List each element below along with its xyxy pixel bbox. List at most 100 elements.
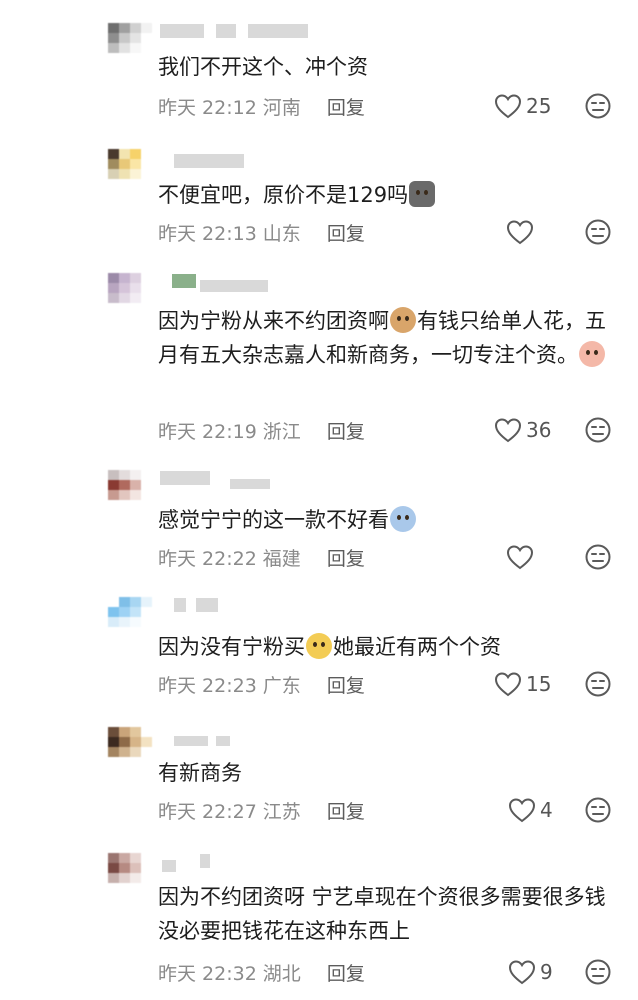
neutral-face-icon[interactable] bbox=[584, 670, 612, 698]
avatar-pixel bbox=[119, 617, 130, 627]
avatar[interactable] bbox=[108, 848, 152, 888]
avatar[interactable] bbox=[108, 722, 152, 762]
like-button[interactable]: 25 bbox=[494, 92, 551, 120]
avatar-pixel bbox=[141, 607, 152, 617]
avatar[interactable] bbox=[108, 465, 152, 505]
neutral-face-icon[interactable] bbox=[584, 416, 612, 444]
like-button[interactable]: 4 bbox=[508, 796, 553, 824]
comment-text-part: 因为不约团资呀 宁艺卓现在个资很多需要很多钱 没必要把钱花在这种东西上 bbox=[158, 885, 606, 943]
avatar-pixel bbox=[130, 273, 141, 283]
avatar-pixel bbox=[108, 747, 119, 757]
like-button[interactable]: 15 bbox=[494, 670, 551, 698]
comment-time: 昨天 22:12 bbox=[158, 96, 257, 119]
comment-meta: 昨天 22:23 广东 回复 bbox=[158, 670, 365, 698]
avatar-pixel bbox=[108, 863, 119, 873]
comment-region: 山东 bbox=[262, 222, 301, 245]
avatar-pixel bbox=[130, 169, 141, 179]
avatar-pixel bbox=[141, 863, 152, 873]
peach-emoji bbox=[579, 341, 605, 367]
username-blurred[interactable] bbox=[160, 594, 320, 616]
reply-button[interactable]: 回复 bbox=[327, 417, 365, 444]
avatar-pixel bbox=[130, 283, 141, 293]
comment-meta: 昨天 22:27 江苏 回复 bbox=[158, 796, 365, 824]
avatar[interactable] bbox=[108, 592, 152, 632]
reply-button[interactable]: 回复 bbox=[327, 797, 365, 824]
like-button[interactable]: 36 bbox=[494, 416, 551, 444]
avatar-pixel bbox=[108, 853, 119, 863]
comment-time: 昨天 22:13 bbox=[158, 222, 257, 245]
username-blurred[interactable] bbox=[160, 20, 320, 42]
heart-outline-icon bbox=[506, 545, 534, 570]
avatar-pixel bbox=[141, 490, 152, 500]
neutral-face-icon[interactable] bbox=[584, 958, 612, 986]
comment-time: 昨天 22:22 bbox=[158, 547, 257, 570]
avatar-pixel bbox=[108, 23, 119, 33]
like-button[interactable] bbox=[506, 543, 534, 571]
like-count: 4 bbox=[540, 798, 553, 822]
username-blurred[interactable] bbox=[160, 270, 320, 292]
comment-text: 我们不开这个、冲个资 bbox=[158, 50, 616, 84]
avatar-pixel bbox=[141, 747, 152, 757]
avatar-pixel bbox=[130, 490, 141, 500]
reply-button[interactable]: 回复 bbox=[327, 219, 365, 246]
avatar-pixel bbox=[141, 43, 152, 53]
avatar-pixel bbox=[130, 470, 141, 480]
avatar-pixel bbox=[141, 480, 152, 490]
username-blurred[interactable] bbox=[160, 146, 320, 168]
avatar-pixel bbox=[130, 159, 141, 169]
avatar-pixel bbox=[119, 747, 130, 757]
comment-text-part: 不便宜吧，原价不是129吗 bbox=[158, 183, 409, 207]
comment-region: 湖北 bbox=[262, 962, 301, 985]
reply-button[interactable]: 回复 bbox=[327, 671, 365, 698]
comment-text: 有新商务 bbox=[158, 756, 616, 790]
avatar-pixel bbox=[119, 470, 130, 480]
username-blurred[interactable] bbox=[160, 724, 320, 746]
like-button[interactable] bbox=[506, 218, 534, 246]
reply-button[interactable]: 回复 bbox=[327, 93, 365, 120]
comment-region: 浙江 bbox=[262, 420, 301, 443]
avatar-pixel bbox=[141, 853, 152, 863]
neutral-face-icon[interactable] bbox=[584, 218, 612, 246]
avatar-pixel bbox=[119, 853, 130, 863]
avatar-pixel bbox=[141, 33, 152, 43]
avatar-pixel bbox=[108, 470, 119, 480]
comment-meta: 昨天 22:19 浙江 回复 bbox=[158, 416, 365, 444]
neutral-face-icon[interactable] bbox=[584, 796, 612, 824]
avatar-pixel bbox=[119, 737, 130, 747]
comment-region: 福建 bbox=[262, 547, 301, 570]
avatar-pixel bbox=[141, 159, 152, 169]
avatar-pixel bbox=[108, 597, 119, 607]
avatar-pixel bbox=[130, 727, 141, 737]
avatar[interactable] bbox=[108, 144, 152, 184]
avatar-pixel bbox=[119, 169, 130, 179]
username-blurred[interactable] bbox=[160, 467, 320, 489]
like-button[interactable]: 9 bbox=[508, 958, 553, 986]
comment-time: 昨天 22:23 bbox=[158, 674, 257, 697]
avatar-pixel bbox=[130, 33, 141, 43]
avatar-pixel bbox=[141, 149, 152, 159]
avatar-pixel bbox=[108, 273, 119, 283]
avatar-pixel bbox=[119, 597, 130, 607]
comment-region: 江苏 bbox=[262, 800, 301, 823]
avatar-pixel bbox=[108, 283, 119, 293]
reply-button[interactable]: 回复 bbox=[327, 544, 365, 571]
avatar-pixel bbox=[130, 23, 141, 33]
dizzy-emoji bbox=[306, 633, 332, 659]
avatar[interactable] bbox=[108, 268, 152, 308]
like-count: 36 bbox=[526, 418, 552, 442]
neutral-face-icon[interactable] bbox=[584, 92, 612, 120]
avatar-pixel bbox=[119, 727, 130, 737]
crying-emoji bbox=[390, 506, 416, 532]
heart-outline-icon bbox=[508, 798, 536, 823]
avatar-pixel bbox=[108, 873, 119, 883]
comment-meta: 昨天 22:12 河南 回复 bbox=[158, 92, 365, 120]
neutral-face-icon[interactable] bbox=[584, 543, 612, 571]
like-count: 9 bbox=[540, 960, 553, 984]
reply-button[interactable]: 回复 bbox=[327, 959, 365, 986]
heart-outline-icon bbox=[494, 418, 522, 443]
heart-outline-icon bbox=[494, 672, 522, 697]
avatar-pixel bbox=[119, 283, 130, 293]
username-blurred[interactable] bbox=[160, 850, 320, 872]
avatar[interactable] bbox=[108, 18, 152, 58]
avatar-pixel bbox=[119, 273, 130, 283]
